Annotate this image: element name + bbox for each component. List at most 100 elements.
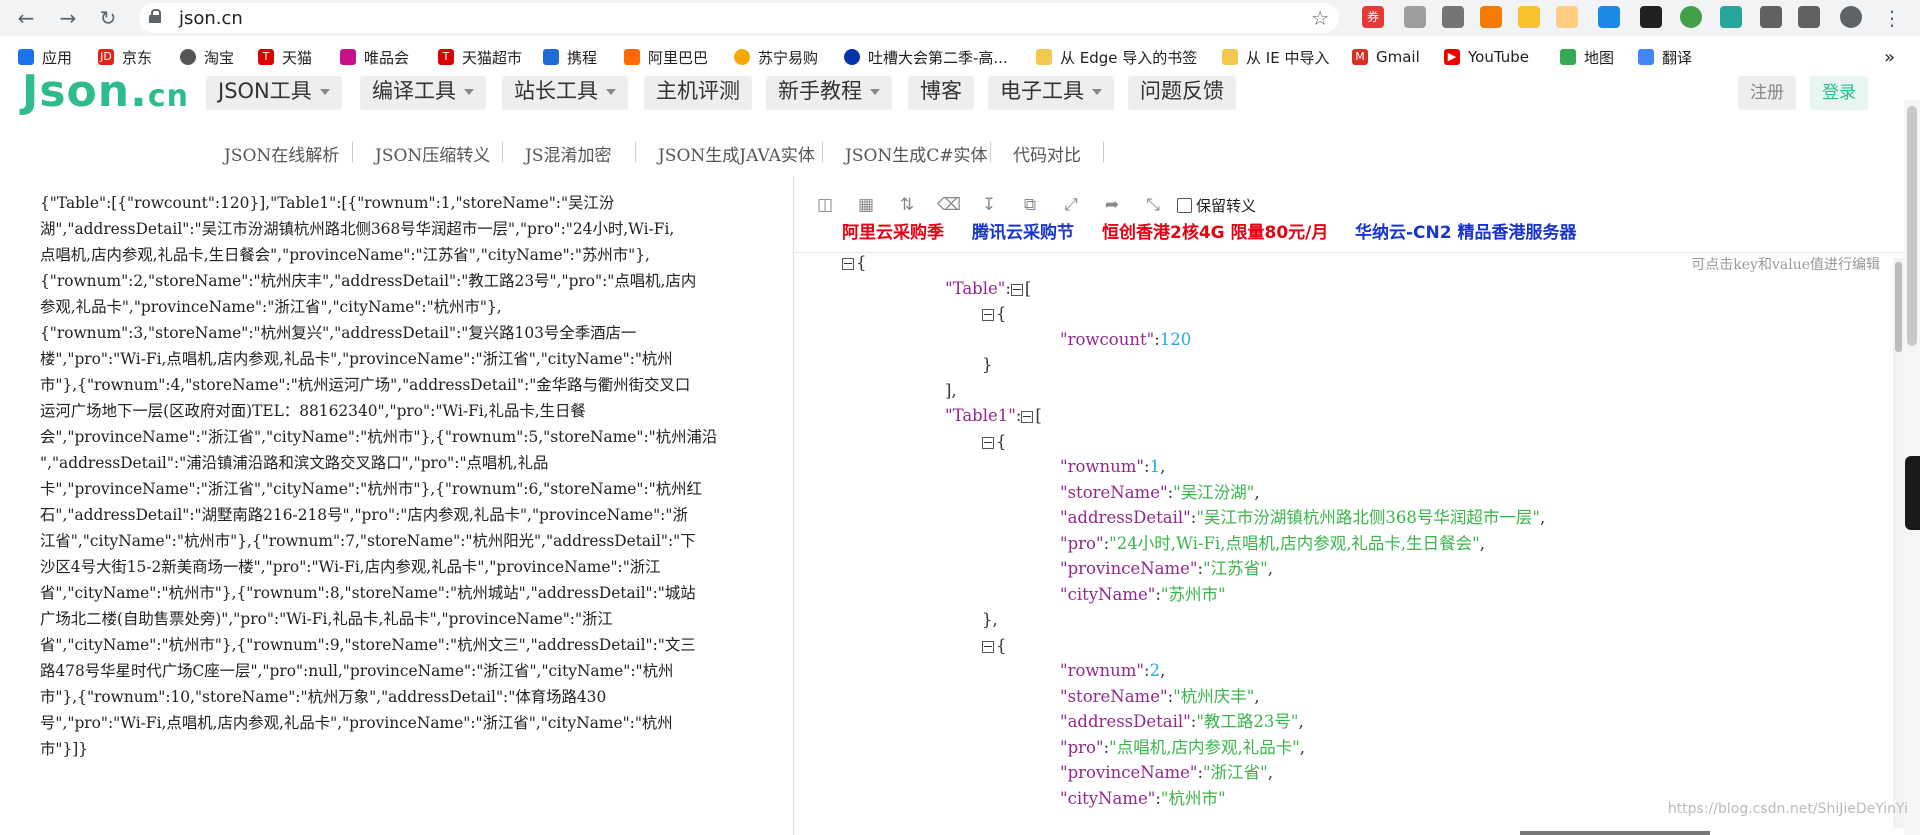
json-key[interactable]: "provinceName" [1060, 559, 1197, 578]
json-value[interactable]: "江苏省" [1203, 559, 1268, 578]
json-value[interactable]: 120 [1160, 330, 1192, 349]
json-key[interactable]: "provinceName" [1060, 763, 1197, 782]
json-value[interactable]: "杭州市" [1161, 789, 1226, 808]
keep-escape-toggle[interactable]: 保留转义 [1177, 195, 1256, 216]
bookmark-translate[interactable]: 翻译 [1638, 46, 1692, 68]
menu-compile-tools[interactable]: 编译工具 [360, 76, 486, 110]
bookmark-star-icon[interactable]: ☆ [1311, 6, 1329, 30]
profile-avatar-icon[interactable] [1840, 6, 1862, 28]
json-key[interactable]: "Table" [945, 279, 1005, 298]
bookmark-jd[interactable]: JD 京东 [98, 46, 152, 68]
collapse-toggle-icon[interactable] [1021, 410, 1034, 423]
tree-scrollbar-thumb[interactable] [1895, 262, 1902, 352]
trash-icon[interactable]: ⌫ [937, 194, 961, 216]
link-extension-icon[interactable] [1640, 6, 1662, 28]
shield-extension-icon[interactable] [1404, 6, 1426, 28]
translate-extension-icon[interactable] [1720, 6, 1742, 28]
reload-icon[interactable]: ↻ [96, 6, 120, 30]
chrome-extension-icon[interactable] [1680, 6, 1702, 28]
json-key[interactable]: "storeName" [1060, 687, 1168, 706]
bookmark-tmall-supermarket[interactable]: T 天猫超市 [438, 46, 522, 68]
stack-extension-icon[interactable] [1442, 6, 1464, 28]
json-key[interactable]: "pro" [1060, 534, 1104, 553]
download-icon[interactable]: ↧ [978, 194, 1000, 216]
reading-list-icon[interactable] [1798, 6, 1820, 28]
lock-extension-icon[interactable] [1480, 6, 1502, 28]
json-value[interactable]: 2 [1150, 661, 1161, 680]
bookmarks-overflow-icon[interactable]: » [1884, 46, 1895, 68]
raw-json-text[interactable]: {"Table":[{"rowcount":120}],"Table1":[{"… [40, 190, 780, 762]
json-value[interactable]: "苏州市" [1161, 585, 1226, 604]
subnav-json-compress[interactable]: JSON压缩转义 [375, 141, 490, 166]
compress-icon[interactable]: ⤢ [1060, 194, 1082, 216]
json-key[interactable]: "storeName" [1060, 483, 1168, 502]
collapse-toggle-icon[interactable] [842, 257, 854, 270]
bookmark-suning[interactable]: 苏宁易购 [734, 46, 818, 68]
subnav-json-parse[interactable]: JSON在线解析 [224, 141, 339, 166]
json-key[interactable]: "cityName" [1060, 585, 1155, 604]
collapse-toggle-icon[interactable] [982, 308, 994, 321]
bookmark-folder-edge[interactable]: 从 Edge 导入的书签 [1036, 46, 1197, 68]
keep-escape-checkbox[interactable] [1177, 197, 1192, 213]
bookmark-folder-ie[interactable]: 从 IE 中导入 [1222, 46, 1329, 68]
json-value[interactable]: "浙江省" [1203, 763, 1268, 782]
collapse-toggle-icon[interactable] [1010, 283, 1023, 296]
bookmark-tmall[interactable]: T 天猫 [258, 46, 312, 68]
json-value[interactable]: "杭州庆丰" [1173, 687, 1254, 706]
bookmark-taobao[interactable]: 淘宝 [180, 46, 234, 68]
json-key[interactable]: "Table1" [945, 406, 1016, 425]
json-key[interactable]: "rowcount" [1060, 330, 1154, 349]
subnav-json-to-csharp[interactable]: JSON生成C#实体 [845, 141, 988, 166]
subnav-js-obfuscate[interactable]: JS混淆加密 [525, 141, 611, 166]
coin-extension-icon[interactable] [1518, 6, 1540, 28]
fullscreen-icon[interactable]: ⤡ [1142, 194, 1164, 216]
bookmark-alibaba[interactable]: 阿里巴巴 [624, 46, 708, 68]
json-key[interactable]: "cityName" [1060, 789, 1155, 808]
json-value[interactable]: "教工路23号" [1196, 712, 1298, 731]
collapse-toggle-icon[interactable] [982, 436, 994, 449]
json-value[interactable]: "吴江汾湖" [1173, 483, 1254, 502]
json-key[interactable]: "pro" [1060, 738, 1104, 757]
menu-kebab-icon[interactable]: ⋮ [1880, 6, 1904, 30]
bookmark-vip[interactable]: 唯品会 [340, 46, 409, 68]
database-icon[interactable]: ◫ [814, 194, 836, 216]
bookmark-apps[interactable]: 应用 [18, 46, 72, 68]
side-widget-handle[interactable] [1905, 456, 1920, 530]
copy-icon[interactable]: ⧉ [1019, 194, 1041, 216]
subnav-code-diff[interactable]: 代码对比 [1013, 141, 1081, 166]
json-value[interactable]: "24小时,Wi-Fi,点唱机,店内参观,礼品卡,生日餐会" [1109, 534, 1480, 553]
menu-tutorials[interactable]: 新手教程 [766, 76, 892, 110]
menu-json-tools[interactable]: JSON工具 [206, 76, 342, 110]
json-key[interactable]: "rownum" [1060, 457, 1144, 476]
share-icon[interactable]: ➦ [1101, 194, 1123, 216]
json-value[interactable]: "点唱机,店内参观,礼品卡" [1109, 738, 1300, 757]
login-button[interactable]: 登录 [1810, 76, 1868, 110]
excel-icon[interactable]: ▦ [855, 194, 877, 216]
ad-link-tencent[interactable]: 腾讯云采购节 [972, 218, 1074, 243]
ad-link-huanayun[interactable]: 华纳云-CN2 精品香港服务器 [1355, 218, 1577, 243]
menu-blog[interactable]: 博客 [908, 76, 974, 110]
bookmark-gmail[interactable]: M Gmail [1352, 46, 1420, 68]
forward-icon[interactable]: → [56, 6, 80, 30]
page-scrollbar-thumb[interactable] [1907, 106, 1917, 346]
tiger-extension-icon[interactable] [1556, 6, 1578, 28]
bookmark-maps[interactable]: 地图 [1560, 46, 1614, 68]
coupon-extension-icon[interactable]: 券 [1362, 6, 1384, 28]
json-key[interactable]: "addressDetail" [1060, 712, 1191, 731]
json-key[interactable]: "addressDetail" [1060, 508, 1191, 527]
json-value[interactable]: 1 [1150, 457, 1161, 476]
json-key[interactable]: "rownum" [1060, 661, 1144, 680]
bookmark-ctrip[interactable]: 携程 [543, 46, 597, 68]
collapse-toggle-icon[interactable] [982, 640, 994, 653]
bookmark-tucao[interactable]: 吐槽大会第二季-高... [844, 46, 1008, 68]
ad-link-hengchuang[interactable]: 恒创香港2核4G 限量80元/月 [1102, 218, 1328, 243]
ad-link-aliyun[interactable]: 阿里云采购季 [842, 218, 944, 243]
address-bar[interactable]: json.cn ☆ [139, 3, 1339, 33]
register-button[interactable]: 注册 [1738, 76, 1796, 110]
back-icon[interactable]: ← [14, 6, 38, 30]
json-value[interactable]: "吴江市汾湖镇杭州路北侧368号华润超市一层" [1196, 508, 1540, 527]
map-extension-icon[interactable] [1598, 6, 1620, 28]
menu-feedback[interactable]: 问题反馈 [1128, 76, 1236, 110]
sort-icon[interactable]: ⇅ [896, 194, 918, 216]
menu-electronic-tools[interactable]: 电子工具 [988, 76, 1114, 110]
